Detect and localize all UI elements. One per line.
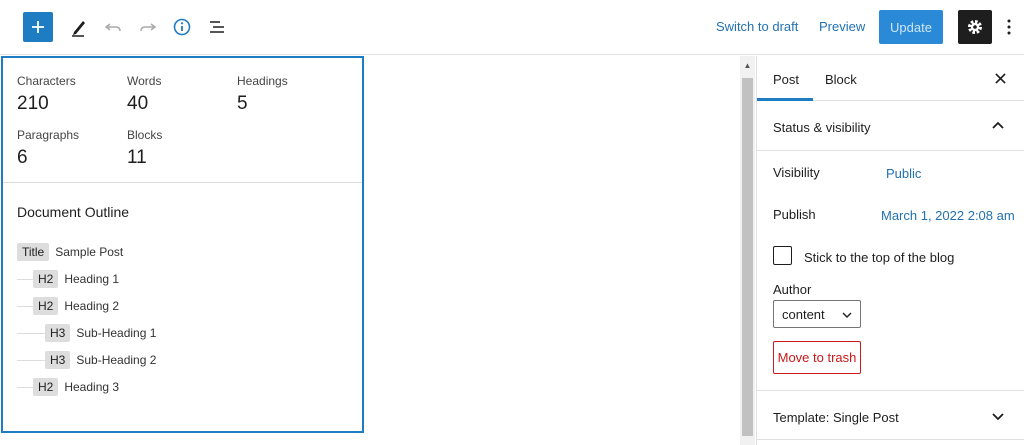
outline-item[interactable]: H2 Heading 3 [33, 378, 119, 396]
outline-item[interactable]: H2 Heading 2 [33, 297, 119, 315]
outline-connector [17, 387, 33, 388]
details-button[interactable] [167, 12, 197, 42]
outline-connector [17, 306, 33, 307]
tools-button[interactable] [63, 12, 93, 42]
sidebar-tabs: Post Block [757, 56, 1024, 101]
publish-date-toggle[interactable]: March 1, 2022 2:08 am [881, 208, 1015, 223]
gear-icon [968, 20, 982, 34]
outline-item-text: Sample Post [55, 245, 124, 259]
outline-item-text: Heading 1 [64, 272, 120, 286]
stat-value: 40 [127, 93, 149, 114]
pencil-icon [72, 21, 85, 37]
outline-level-tag: H2 [33, 378, 59, 396]
canvas-scrollbar-thumb[interactable] [742, 78, 753, 436]
tab-block[interactable]: Block [825, 72, 857, 87]
outline-item[interactable]: Title Sample Post [17, 243, 123, 261]
stat-value: 6 [17, 147, 28, 168]
stat-label: Paragraphs [17, 128, 80, 142]
stat-label: Blocks [127, 128, 163, 142]
outline-level-tag: H3 [45, 324, 71, 342]
update-button[interactable]: Update [879, 10, 943, 44]
settings-sidebar: Post Block Status & visibility Visibilit… [756, 56, 1024, 445]
stat-headings: Headings 5 [237, 74, 288, 115]
chevron-up-icon [992, 121, 1004, 129]
outline-item-text: Sub-Heading 2 [76, 353, 157, 367]
outline-level-tag: H2 [33, 297, 59, 315]
info-icon [173, 18, 191, 36]
status-panel-header[interactable]: Status & visibility [757, 101, 1024, 151]
visibility-toggle[interactable]: Public [886, 166, 921, 181]
settings-button[interactable] [958, 10, 992, 44]
status-panel-title: Status & visibility [773, 120, 871, 135]
stat-paragraphs: Paragraphs 6 [17, 128, 79, 169]
tab-post[interactable]: Post [773, 72, 799, 87]
author-select-value: content [782, 307, 825, 322]
stat-value: 5 [237, 93, 248, 114]
outline-connector [17, 333, 45, 334]
chevron-down-icon [842, 312, 852, 318]
undo-icon [104, 23, 121, 32]
preview-button[interactable]: Preview [819, 19, 865, 34]
plus-icon [32, 21, 44, 33]
list-view-icon [210, 21, 224, 33]
options-button[interactable] [1000, 14, 1018, 40]
add-block-button[interactable] [23, 12, 53, 42]
publish-label: Publish [773, 207, 816, 222]
sticky-checkbox[interactable] [773, 246, 792, 265]
outline-title: Document Outline [17, 204, 130, 220]
stat-label: Characters [17, 74, 76, 88]
outline-level-tag: H3 [45, 351, 71, 369]
stat-value: 210 [17, 93, 49, 114]
author-select[interactable]: content [773, 300, 861, 328]
stat-label: Words [127, 74, 162, 88]
switch-to-draft-button[interactable]: Switch to draft [716, 19, 798, 34]
close-sidebar-button[interactable] [991, 69, 1009, 87]
outline-item-text: Heading 3 [64, 380, 120, 394]
undo-button[interactable] [98, 12, 128, 42]
outline-level-tag: H2 [33, 270, 59, 288]
outline-item[interactable]: H3 Sub-Heading 1 [45, 324, 156, 342]
outline-connector [17, 360, 45, 361]
visibility-label: Visibility [773, 165, 820, 180]
stat-words: Words 40 [127, 74, 161, 115]
editor-header: Switch to draft Preview Update [0, 0, 1024, 55]
outline-connector [17, 279, 33, 280]
sticky-label: Stick to the top of the blog [804, 250, 955, 265]
close-icon [994, 72, 1006, 84]
template-panel-title: Template: Single Post [773, 410, 899, 425]
chevron-down-icon [992, 413, 1004, 421]
stat-blocks: Blocks 11 [127, 128, 162, 169]
redo-button[interactable] [133, 12, 163, 42]
outline-item[interactable]: H3 Sub-Heading 2 [45, 351, 156, 369]
move-to-trash-button[interactable]: Move to trash [773, 341, 861, 374]
outline-item-text: Sub-Heading 1 [76, 326, 157, 340]
outline-item-text: Heading 2 [64, 299, 120, 313]
stat-label: Headings [237, 74, 288, 88]
stat-characters: Characters 210 [17, 74, 76, 115]
stat-value: 11 [127, 147, 147, 168]
outline-level-tag: Title [17, 243, 50, 261]
details-popover: Characters 210 Words 40 Headings 5 Parag… [1, 56, 364, 433]
more-vertical-icon [1007, 19, 1011, 35]
scroll-up-icon[interactable]: ▲ [742, 60, 753, 71]
template-panel-header[interactable]: Template: Single Post [757, 390, 1024, 440]
outline-item[interactable]: H2 Heading 1 [33, 270, 119, 288]
author-label: Author [773, 282, 812, 297]
list-view-button[interactable] [202, 12, 232, 42]
redo-icon [140, 23, 157, 32]
document-stats: Characters 210 Words 40 Headings 5 Parag… [3, 58, 362, 183]
